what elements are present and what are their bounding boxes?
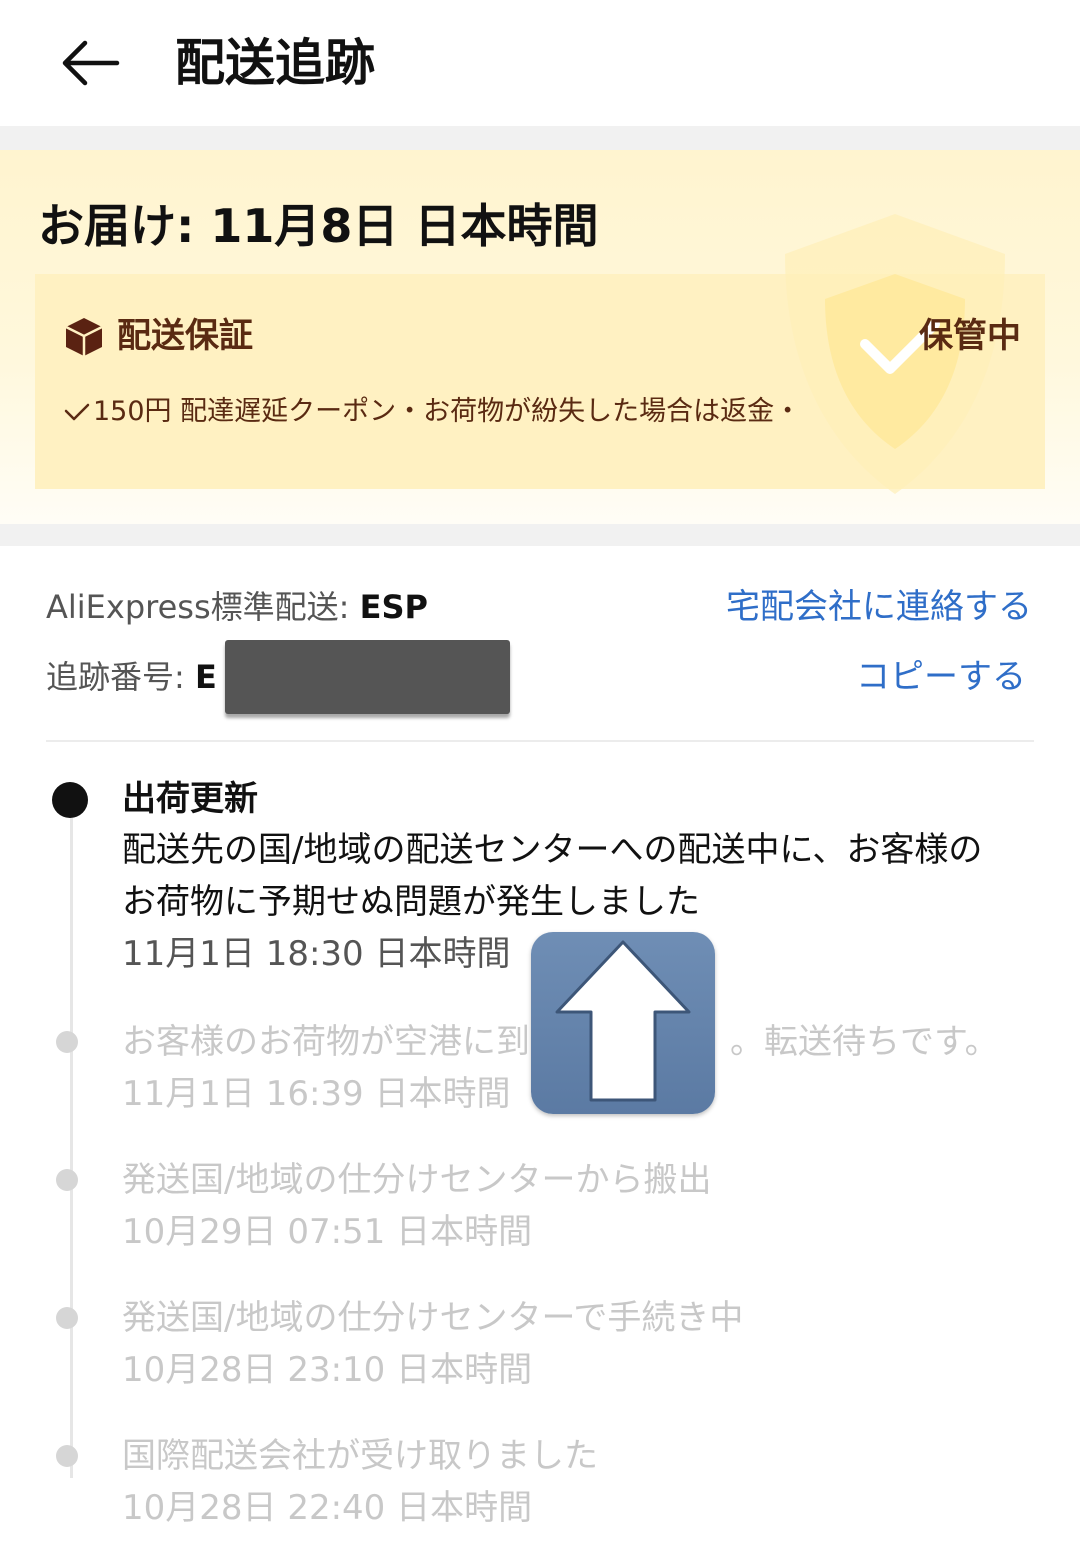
timeline-dot	[56, 1031, 78, 1053]
back-button[interactable]	[55, 28, 125, 98]
arrow-left-icon	[62, 40, 120, 86]
event-description: 国際配送会社が受け取りました	[122, 1436, 598, 1476]
section-gap	[0, 126, 1080, 150]
timeline-line	[70, 798, 73, 1478]
divider	[46, 740, 1034, 742]
carrier-label: AliExpress標準配送:	[46, 588, 360, 626]
event-time: 10月29日 07:51 日本時間	[122, 1212, 533, 1252]
timeline-event: 発送国/地域の仕分けセンターから搬出 10月29日 07:51 日本時間	[56, 1154, 1022, 1258]
event-description-end: 。転送待ちです。	[730, 1022, 999, 1062]
timeline-dot	[56, 1307, 78, 1329]
delivery-guarantee-box[interactable]: 配送保証 保管中 150円 配達遅延クーポン・お荷物が紛失した場合は返金・	[35, 214, 1045, 494]
timeline-dot	[56, 1445, 78, 1467]
timeline-event: 国際配送会社が受け取りました 10月28日 22:40 日本時間	[56, 1430, 1022, 1534]
check-icon	[64, 403, 90, 421]
timeline-event: 発送国/地域の仕分けセンターで手続き中 10月28日 23:10 日本時間	[56, 1292, 1022, 1396]
redaction-block	[225, 640, 510, 714]
arrow-up-icon	[555, 940, 691, 1102]
page-title: 配送追跡	[175, 34, 375, 92]
event-time: 10月28日 23:10 日本時間	[122, 1350, 533, 1390]
timeline-dot	[56, 1169, 78, 1191]
scroll-to-top-button[interactable]	[531, 932, 715, 1114]
copy-tracking-link[interactable]: コピーする	[856, 654, 1026, 700]
guarantee-detail: 150円 配達遅延クーポン・お荷物が紛失した場合は返金・	[63, 392, 801, 432]
carrier-value: ESP	[359, 588, 428, 626]
delivery-estimate: お届け: 11月8日 日本時間	[38, 199, 599, 253]
tracking-label: 追跡番号:	[46, 658, 195, 696]
event-description: 発送国/地域の仕分けセンターから搬出	[122, 1160, 712, 1200]
tracking-number[interactable]: E	[195, 658, 217, 696]
tracking-number-row: 追跡番号: E	[46, 654, 217, 700]
event-description: お荷物に予期せぬ問題が発生しました	[122, 882, 700, 922]
delivery-estimate-card: お届け: 11月8日 日本時間 配送保証 保管中 150円 配達遅延クーポン・お…	[0, 150, 1080, 524]
guarantee-detail-text: 150円 配達遅延クーポン・お荷物が紛失した場合は返金・	[93, 396, 802, 427]
event-description: 配送先の国/地域の配送センターへの配送中に、お客様の	[122, 830, 983, 870]
event-description-start: お客様のお荷物が空港に到	[122, 1022, 530, 1062]
timeline-dot-active	[52, 782, 88, 818]
contact-carrier-link[interactable]: 宅配会社に連絡する	[726, 584, 1032, 630]
event-description: 発送国/地域の仕分けセンターで手続き中	[122, 1298, 744, 1338]
event-title: 出荷更新	[122, 779, 258, 819]
app-header: 配送追跡	[0, 0, 1080, 126]
guarantee-label: 配送保証	[117, 316, 253, 356]
package-icon	[65, 318, 103, 356]
guarantee-status: 保管中	[919, 316, 1021, 356]
event-time: 10月28日 22:40 日本時間	[122, 1488, 533, 1528]
section-gap	[0, 524, 1080, 546]
carrier-row: AliExpress標準配送: ESP	[46, 584, 428, 630]
